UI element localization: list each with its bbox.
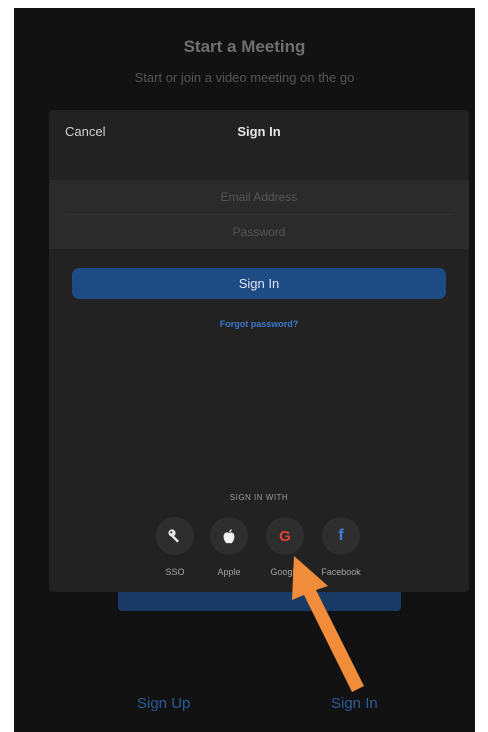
sign-in-with-label: SIGN IN WITH bbox=[229, 493, 289, 502]
background-subtitle: Start or join a video meeting on the go bbox=[134, 70, 355, 85]
password-field[interactable] bbox=[49, 215, 469, 249]
facebook-provider-button[interactable]: f Facebook bbox=[311, 517, 371, 577]
provider-circle[interactable] bbox=[156, 517, 194, 555]
email-field[interactable] bbox=[49, 180, 469, 214]
forgot-password-link[interactable]: Forgot password? bbox=[49, 319, 469, 329]
provider-circle[interactable]: G bbox=[266, 517, 304, 555]
apple-provider-button[interactable]: Apple bbox=[199, 517, 259, 577]
google-icon: G bbox=[279, 527, 291, 545]
credentials-group bbox=[49, 180, 469, 249]
sign-in-button[interactable]: Sign In bbox=[72, 268, 446, 299]
provider-circle[interactable]: f bbox=[322, 517, 360, 555]
provider-label: Google bbox=[270, 567, 300, 577]
sign-up-link[interactable]: Sign Up bbox=[137, 695, 190, 712]
modal-title: Sign In bbox=[237, 124, 281, 139]
provider-label: Facebook bbox=[321, 567, 361, 577]
modal-header: Cancel Sign In bbox=[49, 110, 469, 150]
provider-label: SSO bbox=[165, 567, 185, 577]
apple-icon bbox=[223, 528, 235, 543]
sign-in-modal: Cancel Sign In Sign In Forgot password? … bbox=[49, 110, 469, 592]
facebook-icon: f bbox=[338, 527, 344, 544]
footer-sign-in-link[interactable]: Sign In bbox=[331, 695, 378, 712]
app-screen: Start a Meeting Start or join a video me… bbox=[14, 8, 475, 732]
provider-label: Apple bbox=[217, 567, 241, 577]
google-provider-button[interactable]: G Google bbox=[255, 517, 315, 577]
sso-provider-button[interactable]: SSO bbox=[145, 517, 205, 577]
provider-circle[interactable] bbox=[210, 517, 248, 555]
background-title: Start a Meeting bbox=[183, 37, 306, 56]
key-icon bbox=[168, 529, 180, 543]
